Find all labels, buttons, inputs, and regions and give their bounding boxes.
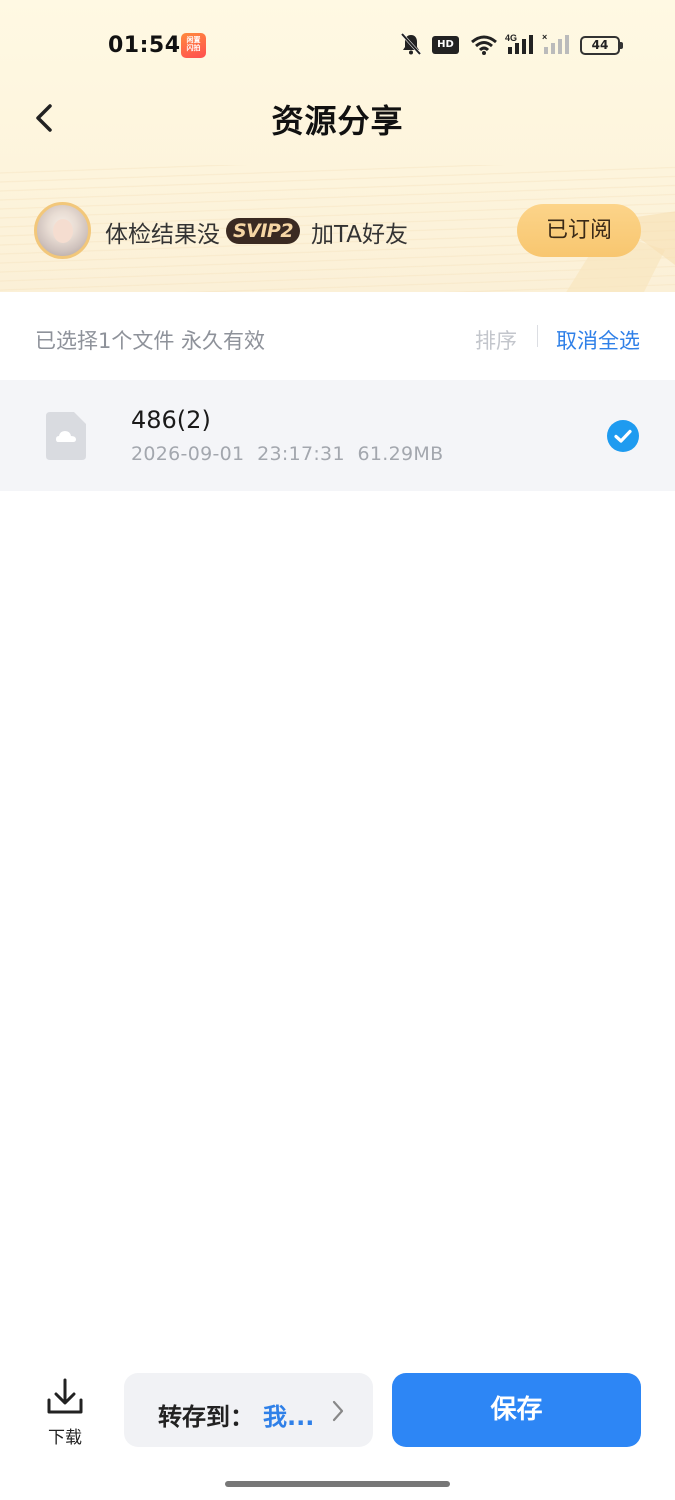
avatar[interactable] <box>34 202 91 259</box>
list-item[interactable] <box>0 380 675 491</box>
svg-text:×: × <box>542 32 547 42</box>
mute-bell-icon <box>400 32 422 56</box>
battery-tip <box>620 42 623 49</box>
toolbar-divider <box>537 325 538 347</box>
signal-weak-icon: × <box>542 32 569 54</box>
svg-text:4G: 4G <box>505 33 517 43</box>
svip-badge: SVIP2 <box>226 218 300 244</box>
sharer-name[interactable]: 体检结果没 <box>105 215 220 249</box>
hd-badge-icon: HD <box>432 36 459 54</box>
status-time: 01:54 <box>108 33 181 58</box>
home-indicator[interactable] <box>225 1481 450 1487</box>
save-button[interactable]: 保存 <box>392 1373 641 1447</box>
chevron-right-icon <box>332 1400 344 1422</box>
save-to-target: 我... <box>263 1403 315 1431</box>
status-bar: 01:54 闲置 闪拍 HD 4G × 44 <box>0 0 675 90</box>
save-to-label: 转存到： <box>158 1403 254 1431</box>
battery-indicator: 44 <box>580 36 620 55</box>
selected-info-text: 已选择1个文件 永久有效 <box>35 329 266 353</box>
add-friend-link[interactable]: 加TA好友 <box>311 215 408 249</box>
cancel-select-all-button[interactable]: 取消全选 <box>556 325 640 355</box>
checkbox-checked-icon[interactable] <box>607 420 639 452</box>
page-title: 资源分享 <box>271 102 404 140</box>
file-name: 486(2) <box>131 406 211 434</box>
sort-button[interactable]: 排序 <box>475 325 517 355</box>
cloud-file-icon <box>46 412 86 460</box>
download-label[interactable]: 下载 <box>40 1423 90 1448</box>
download-icon <box>47 1378 83 1414</box>
signal-4g-icon: 4G <box>505 33 533 54</box>
subscribed-button[interactable]: 已订阅 <box>517 204 641 257</box>
file-meta: 2026-09-01 23:17:31 61.29MB <box>131 443 444 465</box>
avatar-face <box>53 219 73 243</box>
wifi-icon <box>471 35 497 55</box>
app-notification-icon: 闲置 闪拍 <box>181 33 206 58</box>
